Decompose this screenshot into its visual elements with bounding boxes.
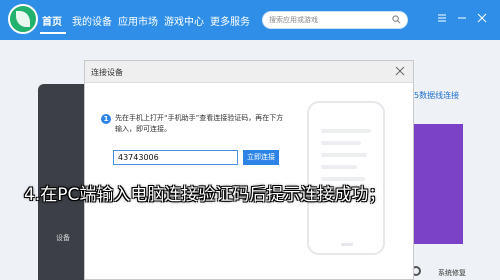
tutorial-caption: 4.在PC端输入电脑连接验证码后提示连接成功； — [24, 185, 386, 205]
connect-now-button[interactable]: 立即连接 — [243, 150, 279, 165]
nav-more-services[interactable]: 更多服务 — [210, 13, 250, 28]
verification-code-input[interactable] — [113, 150, 238, 165]
close-icon[interactable] — [395, 66, 405, 76]
phone-illustration — [307, 101, 385, 255]
nav-home[interactable]: 首页 — [42, 13, 62, 28]
nav-active-indicator — [40, 32, 66, 34]
instruction-text: 先在手机上打开“手机助手”查看连接验证码，再在下方输入，即可连接。 — [115, 114, 284, 133]
dialog-title: 连接设备 — [91, 68, 123, 77]
app-logo-icon — [8, 4, 38, 34]
device-label: 设备 — [56, 234, 70, 242]
nav-my-devices[interactable]: 我的设备 — [72, 13, 112, 28]
nav-game-center[interactable]: 游戏中心 — [164, 13, 204, 28]
usb-connect-link[interactable]: 5数据线连接 — [414, 90, 459, 101]
search-icon[interactable] — [392, 15, 401, 24]
close-window-icon[interactable] — [476, 12, 488, 24]
top-navigation-bar: 首页 我的设备 应用市场 游戏中心 更多服务 搜索应用或游戏 — [0, 0, 500, 40]
search-placeholder: 搜索应用或游戏 — [269, 16, 318, 24]
system-repair-label[interactable]: 系统修复 — [438, 268, 466, 278]
promo-banner — [413, 124, 463, 244]
connect-device-dialog: 连接设备 1 先在手机上打开“手机助手”查看连接验证码，再在下方输入，即可连接。… — [84, 60, 414, 280]
nav-app-market[interactable]: 应用市场 — [118, 13, 158, 28]
search-box[interactable]: 搜索应用或游戏 — [262, 11, 408, 29]
dialog-header: 连接设备 — [85, 61, 413, 83]
step-number-icon: 1 — [101, 114, 111, 124]
minimize-icon[interactable] — [456, 12, 468, 24]
menu-icon[interactable] — [436, 12, 448, 24]
